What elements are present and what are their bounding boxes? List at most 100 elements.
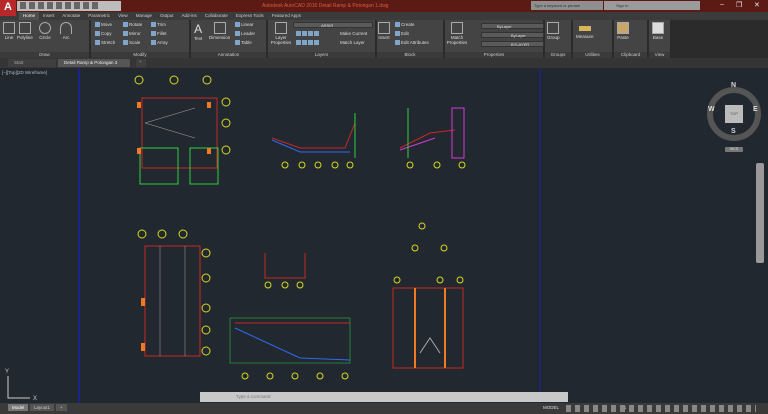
tab-manage[interactable]: Manage [132,12,156,20]
edit-attributes-icon [395,40,400,46]
mirror-button[interactable]: Mirror [123,31,141,37]
close-button[interactable]: ✕ [754,1,760,9]
block-panel: Insert Create Edit Edit Attributes Block [377,20,444,58]
stretch-button[interactable]: Stretch [95,40,115,46]
move-button[interactable]: Move [95,22,112,28]
title-bar: Autodesk AutoCAD 2016 Detail Ramp & Poto… [0,0,768,12]
leader-button[interactable]: Leader [235,31,255,37]
linear-button[interactable]: Linear [235,22,254,28]
layout-tab-model[interactable]: Model [8,404,29,411]
ribbon: Line Polyline Circle Arc Draw Move Rotat… [0,20,768,58]
fillet-button[interactable]: Fillet [151,31,167,37]
section-drawing-1 [271,113,356,169]
tab-add-ins[interactable]: Add-ins [178,12,201,20]
window-title: Autodesk AutoCAD 2016 Detail Ramp & Poto… [262,3,389,9]
section-drawing-4 [392,222,464,369]
search-input[interactable]: Type a keyword or phrase [531,1,603,10]
move-icon [95,22,100,28]
drawing-canvas[interactable]: [–][Top][2D Wireframe] X Y [0,68,768,403]
compass-south[interactable]: S [731,128,736,135]
circle-button[interactable]: Circle [39,22,51,40]
navigation-bar[interactable] [756,163,764,263]
trim-button[interactable]: Trim [151,22,166,28]
base-button[interactable]: Base [652,22,664,40]
text-icon: A [194,22,203,36]
layer-tools-icons-2[interactable] [296,40,320,46]
text-button[interactable]: A Text [194,22,202,41]
status-toggles[interactable] [566,405,756,412]
layer-tools-icons[interactable] [296,31,320,37]
view-panel: Base View [649,20,671,58]
tab-insert[interactable]: Insert [39,12,58,20]
linetype-dropdown[interactable]: ByLayer [481,32,544,38]
wcs-menu[interactable]: WCS [725,147,743,152]
copy-button[interactable]: Copy [95,31,112,37]
insert-icon [378,22,390,34]
tab-collaborate[interactable]: Collaborate [201,12,232,20]
layout-tab-layout1[interactable]: Layout1 [30,404,55,411]
add-layout-button[interactable]: + [56,404,67,411]
tab-view[interactable]: View [114,12,132,20]
compass-west[interactable]: W [708,106,715,113]
paste-icon [617,22,629,34]
paste-button[interactable]: Paste [617,22,629,40]
application-menu-button[interactable]: A [0,0,16,16]
measure-button[interactable]: Measure [576,22,594,39]
status-bar: MODEL 1:1 [0,403,768,414]
file-tab-detail-ramp[interactable]: Detail Ramp & Potongan 3 [58,59,130,67]
ribbon-tabs: Home Insert Annotate Parametric View Man… [0,12,768,20]
file-tab-start[interactable]: Start [8,59,56,67]
lineweight-dropdown[interactable]: BYLAYER [481,41,544,47]
rotate-button[interactable]: Rotate [123,22,142,28]
modify-panel: Move Rotate Trim Copy Mirror Fillet Stre… [91,20,190,58]
insert-button[interactable]: Insert [378,22,390,40]
table-button[interactable]: Table [235,40,252,46]
tab-parametric[interactable]: Parametric [84,12,114,20]
edit-block-button[interactable]: Edit [395,31,409,37]
create-block-button[interactable]: Create [395,22,415,28]
minimize-button[interactable]: – [720,1,724,8]
layer-dropdown[interactable]: ARSIR [293,22,373,28]
group-button[interactable]: Group [547,22,560,40]
tab-featured-apps[interactable]: Featured Apps [268,12,305,20]
leader-icon [235,31,240,37]
rotate-icon [123,22,128,28]
draw-panel: Line Polyline Circle Arc Draw [0,20,90,58]
sign-in-button[interactable]: Sign In [604,1,700,10]
color-dropdown[interactable]: ByLayer [481,23,544,29]
copy-icon [95,31,100,37]
trim-icon [151,22,156,28]
maximize-button[interactable]: ❐ [736,1,742,9]
array-button[interactable]: Array [151,40,168,46]
layer-properties-button[interactable]: Layer Properties [270,22,292,45]
dimension-button[interactable]: Dimension [209,22,230,40]
line-button[interactable]: Line [3,22,15,40]
compass-east[interactable]: E [753,106,758,113]
command-input[interactable]: Type a command [200,392,568,402]
match-properties-button[interactable]: Match Properties [446,22,468,45]
edit-attributes-button[interactable]: Edit Attributes [395,40,429,46]
scale-button[interactable]: Scale [123,40,140,46]
model-space-toggle[interactable]: MODEL [543,405,559,410]
polyline-button[interactable]: Polyline [17,22,33,40]
new-tab-button[interactable]: + [136,59,146,67]
base-view-icon [652,22,664,34]
match-properties-icon [451,22,463,34]
layers-panel: Layer Properties ARSIR Make Current Matc… [268,20,376,58]
compass-north[interactable]: N [731,82,736,89]
circle-icon [39,22,51,34]
svg-text:X: X [33,396,37,402]
quick-access-toolbar[interactable] [17,1,121,11]
tab-home[interactable]: Home [19,12,40,20]
make-current-button[interactable]: Make Current [340,31,367,36]
section-drawing-2 [399,107,466,169]
groups-panel: Group Groups [545,20,572,58]
viewcube-top-face[interactable]: TOP [725,105,743,123]
tab-output[interactable]: Output [156,12,178,20]
match-layer-button[interactable]: Match Layer [340,40,365,45]
arc-button[interactable]: Arc [60,22,72,40]
tab-express-tools[interactable]: Express Tools [232,12,268,20]
annotation-panel: A Text Dimension Linear Leader Table Anno… [191,20,267,58]
tab-annotate[interactable]: Annotate [58,12,84,20]
plan-drawing-1 [134,75,231,185]
